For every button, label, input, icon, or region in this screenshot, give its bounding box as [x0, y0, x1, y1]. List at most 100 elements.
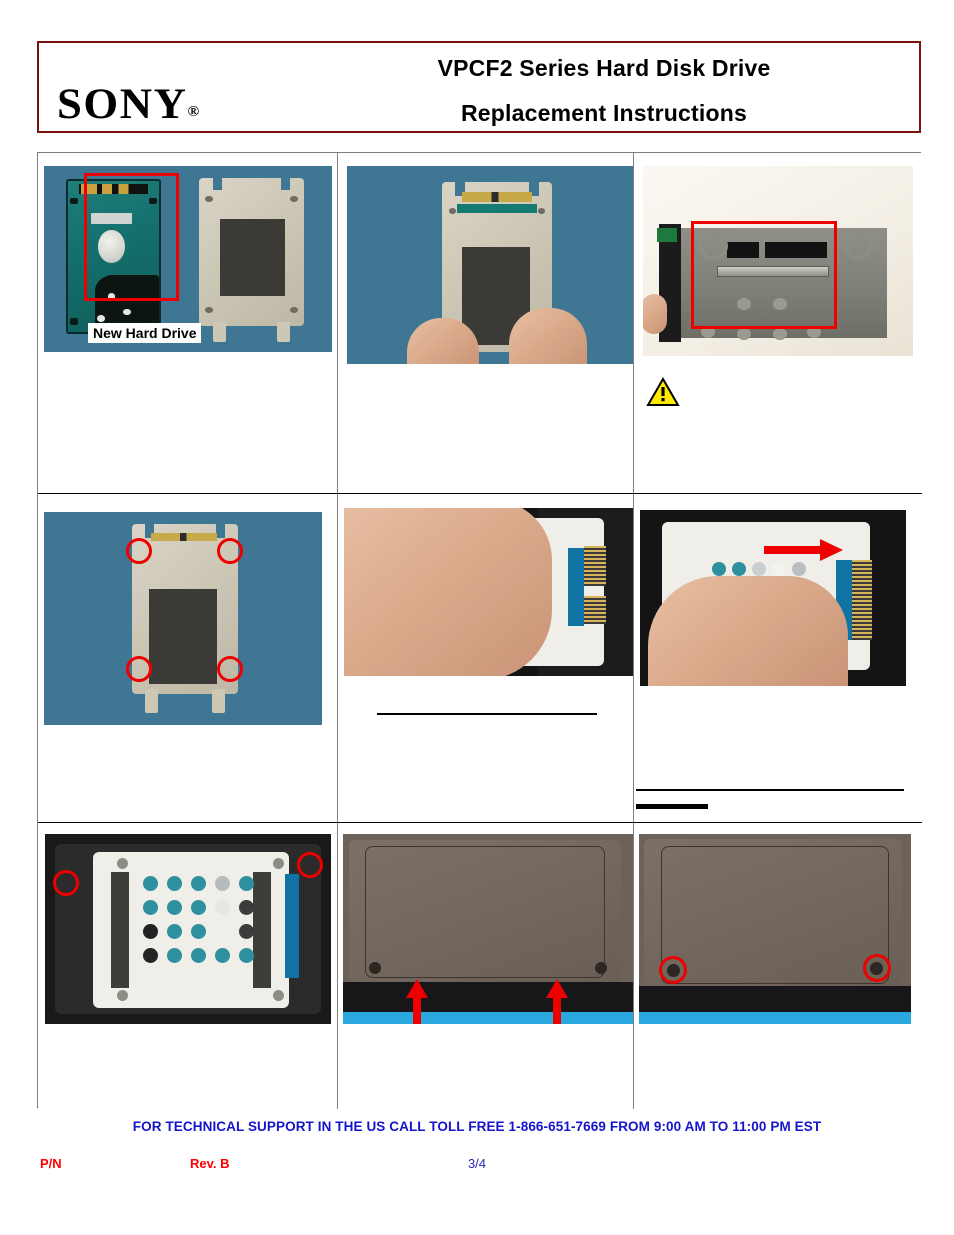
red-arrow-right-icon [764, 539, 843, 561]
drive-screw-4 [737, 328, 751, 340]
technical-support-line: FOR TECHNICAL SUPPORT IN THE US CALL TOL… [132, 1119, 822, 1134]
step-5-caption-rule [377, 713, 597, 715]
sata-pins-2 [584, 596, 606, 624]
hand-right [509, 308, 587, 364]
drive-pcb-green-edge [657, 228, 677, 242]
bracket-hole-br [290, 306, 298, 313]
page-number: 3/4 [467, 1156, 487, 1171]
tray-screw-br [273, 990, 284, 1001]
hand-inserting-drive [344, 508, 552, 676]
warning-triangle-icon [646, 377, 680, 406]
step-cell-7 [38, 823, 338, 1109]
step-cell-5 [338, 494, 634, 823]
bracket-hole-tr [537, 207, 546, 214]
bracket-ear-right [843, 232, 873, 260]
bracket-tab-left [212, 321, 227, 343]
tray-screw-tl [117, 858, 128, 869]
cover-screw-marker-2 [863, 954, 891, 982]
bracket-notch-left [212, 178, 223, 190]
screw-marker-2 [217, 538, 243, 564]
step-cell-3 [634, 153, 922, 494]
tray-dot [215, 948, 230, 963]
bracket-tab-right [211, 688, 226, 713]
screw-marker-3 [126, 656, 152, 682]
bracket-hole-tr [290, 195, 298, 202]
tray-strip-left [111, 872, 129, 988]
sata-pins [852, 560, 872, 640]
cover-screw-marker-1 [53, 870, 79, 896]
sata-connector [568, 548, 584, 626]
laptop-edge-lip [343, 982, 633, 1012]
tray-dot [191, 924, 206, 939]
page-title-line-2: Replacement Instructions [461, 100, 747, 126]
drive-bracket [199, 178, 304, 343]
laptop-edge-lip [639, 986, 911, 1014]
screw-marker-4 [217, 656, 243, 682]
sata-connector [285, 874, 299, 978]
sata-pins [584, 546, 606, 586]
step-cell-1: New Hard Drive [38, 153, 338, 494]
bracket-thermal-pad [148, 588, 217, 684]
step-5-photo [344, 508, 633, 676]
step-cell-8 [338, 823, 634, 1109]
tray-dot [239, 948, 254, 963]
bracket-thermal-pad [220, 219, 286, 297]
step-6-caption-rule-short [636, 804, 708, 809]
drive-connector-strip [461, 192, 533, 203]
tray-dot [191, 900, 206, 915]
bracket-hole-tl [205, 195, 213, 202]
pcb-dot-3 [97, 314, 105, 322]
drive-screw-5 [773, 328, 787, 340]
bracket-hole-tl [448, 207, 457, 214]
cover-screw-marker-2 [297, 852, 323, 878]
desk-surface [639, 1012, 911, 1024]
new-hard-drive-callout: New Hard Drive [88, 323, 202, 343]
tray-dot [167, 924, 182, 939]
bracket-tab-right [276, 321, 291, 343]
pcb-corner-bl [69, 318, 79, 325]
tray-dot [215, 924, 230, 939]
tray-dot [772, 562, 786, 576]
red-arrow-up-icon-2 [546, 979, 568, 1024]
tray-dot [752, 562, 766, 576]
cover-outline [661, 846, 889, 984]
tray-dot [239, 900, 254, 915]
screw-marker-1 [126, 538, 152, 564]
step-9-photo [639, 834, 911, 1024]
drive-connector-strip [151, 532, 217, 541]
step-3-photo [643, 166, 913, 356]
tray-dot [143, 924, 158, 939]
tray-dot [143, 948, 158, 963]
step-1-highlight-box [84, 173, 179, 301]
cover-screw-right [595, 962, 607, 974]
tray-dot [143, 900, 158, 915]
cover-screw-marker-1 [659, 956, 687, 984]
step-2-photo [347, 166, 633, 364]
tray-dot [167, 948, 182, 963]
step-cell-4 [38, 494, 338, 823]
bracket-notch-right [215, 524, 226, 538]
step-8-photo [343, 834, 633, 1024]
tray-dot [167, 876, 182, 891]
header-title-block: VPCF2 Series Hard Disk Drive Replacement… [299, 55, 909, 127]
desk-surface [343, 1012, 633, 1024]
step-3-highlight-box [691, 221, 837, 329]
sony-wordmark: SONY [57, 81, 188, 128]
tray-dot [215, 900, 230, 915]
step-cell-2 [338, 153, 634, 494]
thumb [643, 294, 667, 334]
pcb-dot-2 [123, 308, 131, 316]
tray-strip-right [253, 872, 271, 988]
step-4-photo [44, 512, 322, 725]
tray-dot [732, 562, 746, 576]
bracket-tab-left [144, 688, 159, 713]
step-6-caption-rule [636, 789, 904, 791]
step-cell-9 [634, 823, 922, 1109]
registered-mark: ® [187, 104, 200, 120]
bracket-notch-right [280, 178, 291, 190]
tray-dot [191, 948, 206, 963]
tray-dot-grid [712, 562, 806, 576]
tray-screw-tr [273, 858, 284, 869]
tray-dot [143, 876, 158, 891]
tray-dot [167, 900, 182, 915]
